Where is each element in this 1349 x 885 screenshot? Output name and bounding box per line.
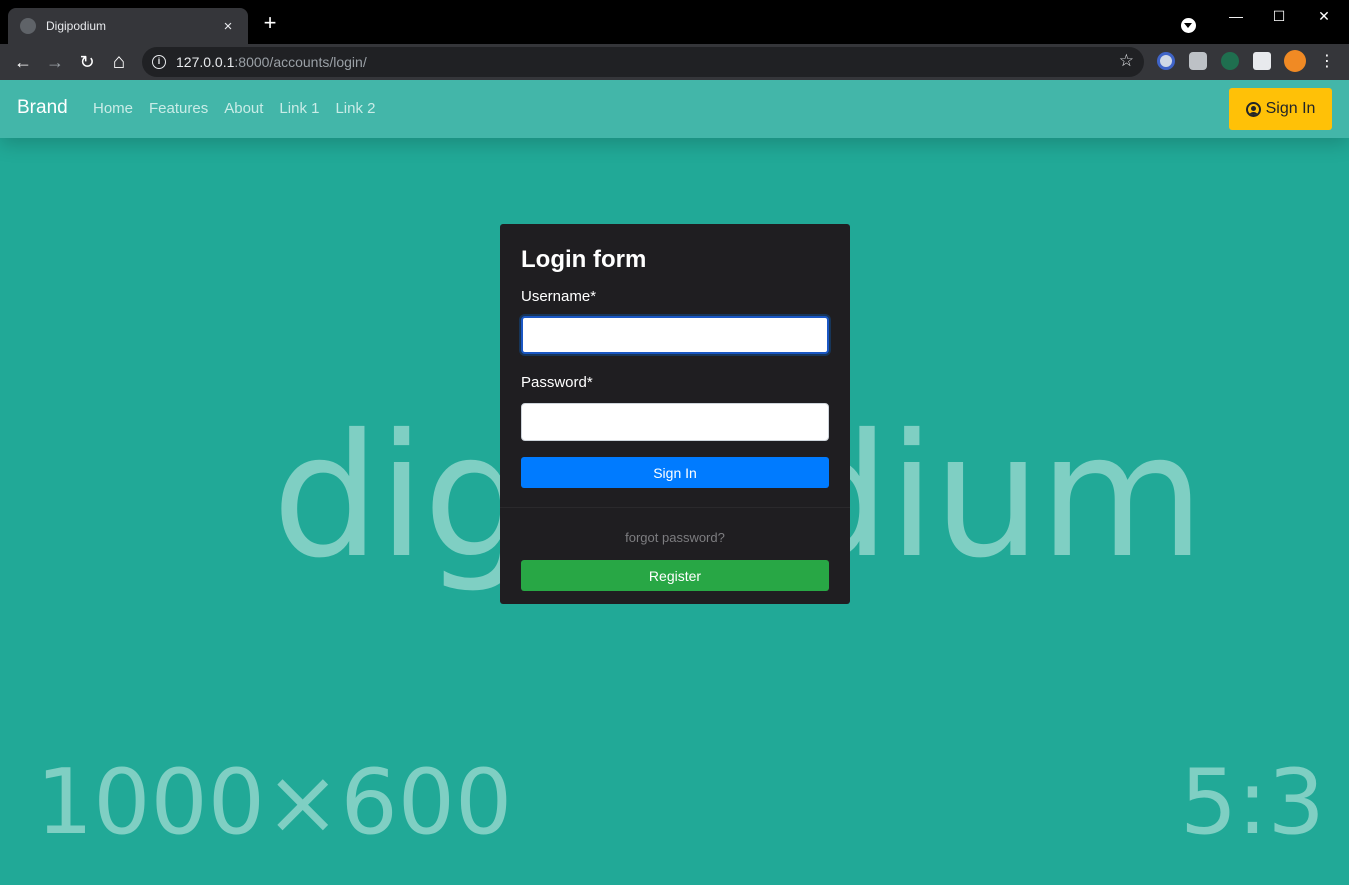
background-watermark-ratio: 5:3 [1180, 750, 1325, 855]
background-watermark-dimensions: 1000×600 [36, 750, 513, 855]
puzzle-extensions-icon[interactable] [1253, 52, 1271, 70]
navbar-sign-in-button[interactable]: Sign In [1229, 88, 1332, 130]
url-host: 127.0.0.1 [176, 54, 235, 70]
login-card: Login form Username* Password* Sign In f… [500, 224, 850, 604]
tab-title: Digipodium [46, 19, 107, 33]
username-input[interactable] [521, 316, 829, 354]
forward-button[interactable]: → [43, 50, 67, 74]
back-button[interactable]: ← [11, 50, 35, 74]
nav-link-link2[interactable]: Link 2 [335, 100, 375, 117]
address-bar[interactable]: i 127.0.0.1 :8000/accounts/login/ ☆ [142, 47, 1144, 77]
card-divider [500, 507, 850, 508]
username-label: Username* [521, 288, 597, 305]
globe-icon [20, 18, 36, 34]
login-form-title: Login form [521, 246, 647, 273]
browser-tab-bar: Digipodium × + — ☐ ✕ [0, 0, 1349, 44]
chat-extension-icon[interactable] [1221, 52, 1239, 70]
url-path: :8000/accounts/login/ [234, 54, 367, 70]
forgot-password-link[interactable]: forgot password? [500, 530, 850, 545]
nav-links: Home Features About Link 1 Link 2 [93, 100, 375, 117]
nav-link-features[interactable]: Features [149, 100, 208, 117]
tab-search-icon[interactable] [1181, 18, 1196, 33]
password-input[interactable] [521, 403, 829, 441]
password-label: Password* [521, 374, 593, 391]
new-tab-button[interactable]: + [258, 12, 282, 36]
brand-logo[interactable]: Brand [17, 97, 68, 119]
bookmark-star-icon[interactable]: ☆ [1119, 51, 1134, 71]
nav-link-home[interactable]: Home [93, 100, 133, 117]
home-button[interactable]: ⌂ [107, 50, 131, 74]
browser-tab[interactable]: Digipodium × [8, 8, 248, 44]
profile-avatar-icon[interactable] [1284, 50, 1306, 72]
user-circle-icon [1245, 101, 1261, 117]
tab-close-icon[interactable]: × [220, 18, 236, 35]
minimize-button[interactable]: — [1225, 6, 1247, 28]
site-info-icon[interactable]: i [152, 55, 166, 69]
close-window-button[interactable]: ✕ [1313, 6, 1335, 28]
navbar-sign-in-label: Sign In [1265, 100, 1316, 117]
reload-button[interactable]: ↻ [75, 50, 99, 74]
privacy-extension-icon[interactable] [1157, 52, 1175, 70]
sign-in-submit-button[interactable]: Sign In [521, 457, 829, 488]
nav-link-about[interactable]: About [224, 100, 263, 117]
browser-toolbar: ← → ↻ ⌂ i 127.0.0.1 :8000/accounts/login… [0, 44, 1349, 80]
maximize-button[interactable]: ☐ [1268, 6, 1290, 28]
register-button[interactable]: Register [521, 560, 829, 591]
browser-menu-icon[interactable]: ⋮ [1315, 50, 1339, 74]
nav-link-link1[interactable]: Link 1 [279, 100, 319, 117]
camera-extension-icon[interactable] [1189, 52, 1207, 70]
site-navbar: Brand Home Features About Link 1 Link 2 … [0, 80, 1349, 138]
page-viewport: digipodium 1000×600 5:3 Brand Home Featu… [0, 80, 1349, 885]
